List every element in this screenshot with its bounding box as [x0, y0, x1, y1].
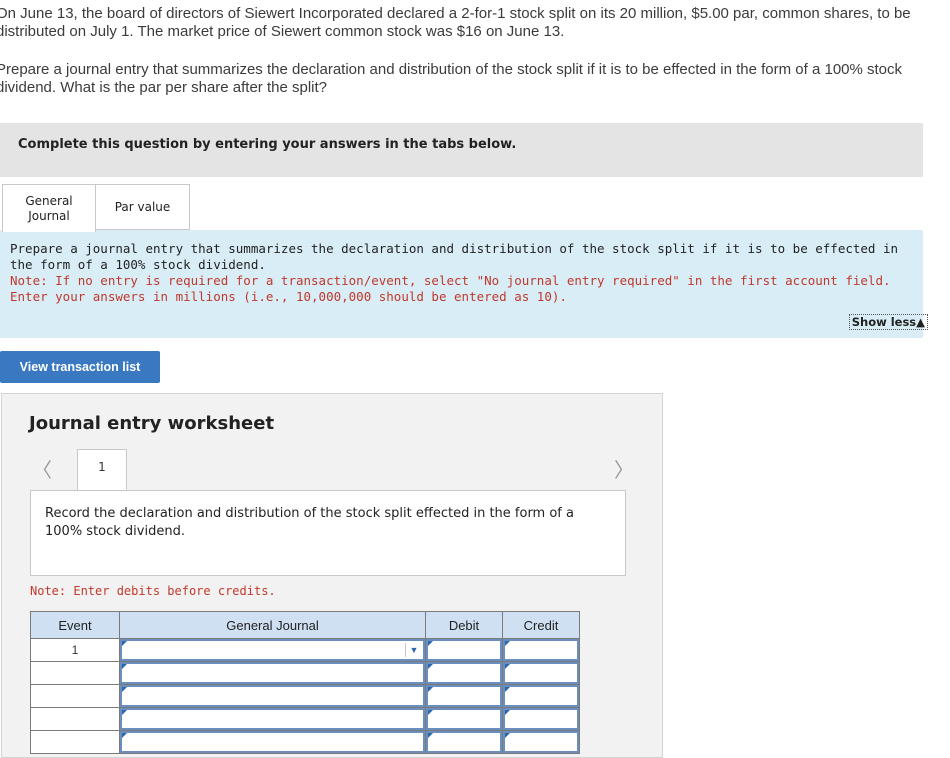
worksheet-description: Record the declaration and distribution … — [30, 490, 626, 576]
credit-input[interactable] — [502, 707, 580, 731]
event-cell — [30, 684, 120, 708]
event-cell — [30, 707, 120, 731]
account-select[interactable] — [119, 730, 426, 754]
show-less-button[interactable]: Show less▲ — [848, 314, 928, 330]
credit-input[interactable] — [502, 638, 580, 662]
dropdown-arrow-icon[interactable]: ▼ — [405, 643, 422, 657]
banner-text: Complete this question by entering your … — [18, 137, 517, 152]
instruction-text: Prepare a journal entry that summarizes … — [10, 241, 899, 272]
debit-input[interactable] — [425, 661, 503, 685]
tab-label: Par value — [114, 199, 171, 214]
instruction-note: Note: If no entry is required for a tran… — [10, 273, 891, 304]
column-header-credit: Credit — [502, 611, 580, 639]
tab-par-value[interactable]: Par value — [96, 184, 190, 230]
column-header-event: Event — [30, 611, 120, 639]
worksheet-page-tab[interactable]: 1 — [77, 449, 127, 491]
instructions-banner: Complete this question by entering your … — [0, 123, 923, 177]
debit-input[interactable] — [425, 638, 503, 662]
account-select[interactable]: ▼ — [119, 638, 426, 662]
table-row — [30, 661, 580, 685]
chevron-left-icon[interactable]: 〈 — [32, 454, 52, 483]
tab-label: General Journal — [25, 193, 73, 223]
debit-input[interactable] — [425, 684, 503, 708]
credit-input[interactable] — [502, 661, 580, 685]
account-select[interactable] — [119, 707, 426, 731]
worksheet-title: Journal entry worksheet — [29, 413, 275, 434]
column-header-debit: Debit — [425, 611, 503, 639]
credit-input[interactable] — [502, 684, 580, 708]
table-row — [30, 707, 580, 731]
event-cell — [30, 661, 120, 685]
tab-general-journal[interactable]: General Journal — [2, 184, 96, 232]
debit-input[interactable] — [425, 730, 503, 754]
table-row — [30, 730, 580, 754]
journal-table: Event General Journal Debit Credit 1 ▼ — [30, 611, 580, 754]
journal-entry-worksheet: Journal entry worksheet 〈 1 〉 Record the… — [1, 393, 663, 758]
account-select[interactable] — [119, 684, 426, 708]
worksheet-note: Note: Enter debits before credits. — [30, 584, 276, 598]
table-row — [30, 684, 580, 708]
question-paragraph-1: On June 13, the board of directors of Si… — [0, 5, 911, 40]
event-cell: 1 — [30, 638, 120, 662]
column-header-general-journal: General Journal — [119, 611, 426, 639]
question-text: On June 13, the board of directors of Si… — [0, 5, 946, 97]
account-select[interactable] — [119, 661, 426, 685]
event-cell — [30, 730, 120, 754]
debit-input[interactable] — [425, 707, 503, 731]
view-transaction-list-button[interactable]: View transaction list — [0, 351, 160, 383]
table-row: 1 ▼ — [30, 638, 580, 662]
tab-instructions-panel: Prepare a journal entry that summarizes … — [0, 230, 923, 338]
chevron-right-icon[interactable]: 〉 — [614, 454, 634, 483]
question-paragraph-2: Prepare a journal entry that summarizes … — [0, 61, 903, 96]
credit-input[interactable] — [502, 730, 580, 754]
